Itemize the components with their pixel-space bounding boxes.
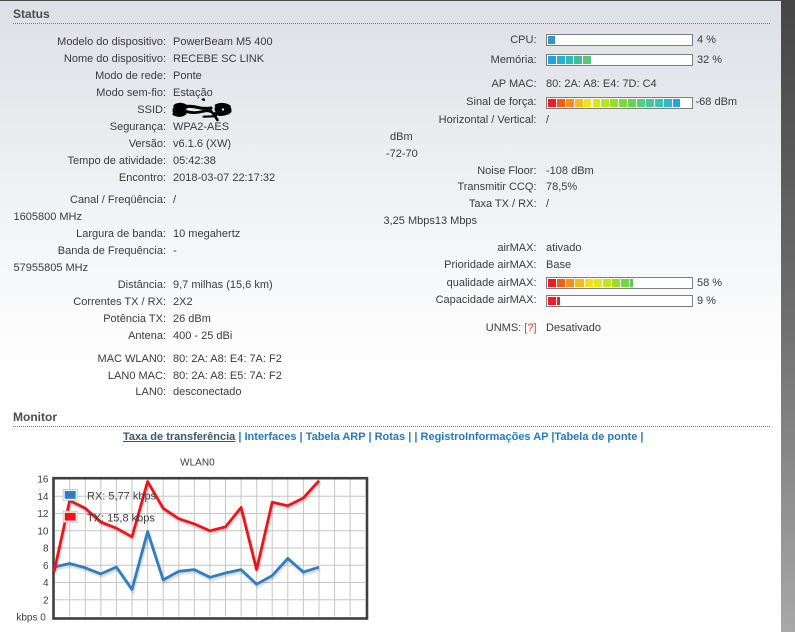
svg-text:RX: 5,77 kbps: RX: 5,77 kbps (87, 491, 157, 503)
svg-text:14: 14 (37, 492, 49, 503)
svg-text:2: 2 (43, 595, 49, 606)
svg-text:kbps 0: kbps 0 (16, 613, 46, 624)
svg-text:6: 6 (43, 561, 49, 572)
svg-text:WLAN0: WLAN0 (180, 458, 215, 469)
svg-text:10: 10 (37, 526, 49, 537)
svg-text:12: 12 (37, 509, 49, 520)
svg-text:TX: 15,8 kbps: TX: 15,8 kbps (87, 513, 155, 525)
svg-text:16: 16 (37, 475, 49, 486)
svg-text:4: 4 (43, 578, 49, 589)
svg-text:8: 8 (43, 544, 49, 555)
